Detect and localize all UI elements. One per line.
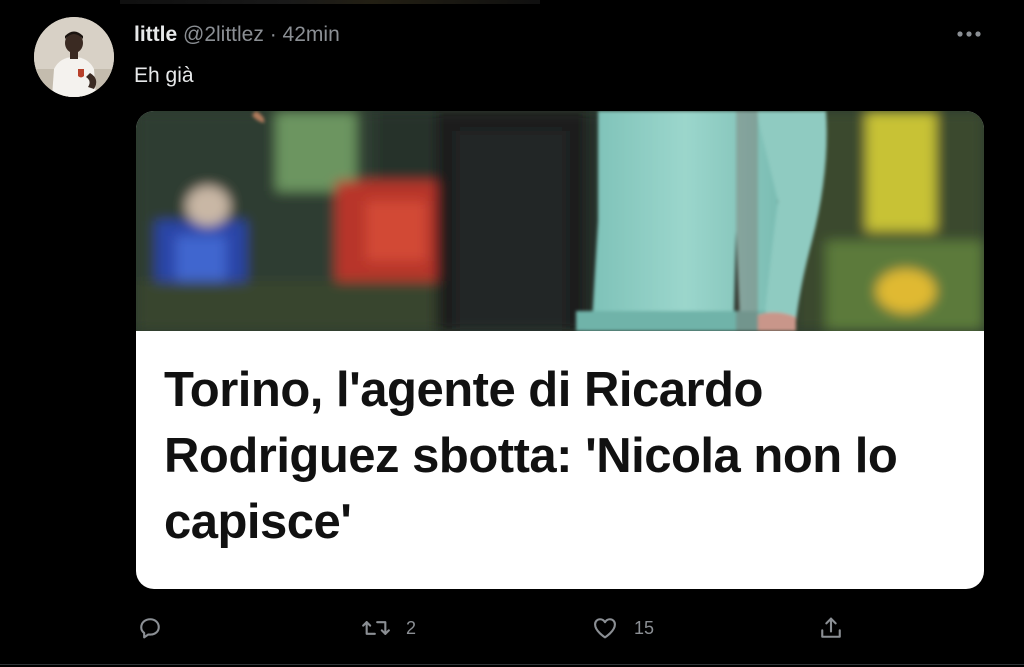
retweet-button[interactable]: 2 — [360, 608, 416, 648]
retweet-icon — [362, 621, 390, 635]
card-title[interactable]: Torino, l'agente di Ricardo Rodriguez sb… — [164, 357, 964, 555]
tweet[interactable]: little @2littlez · 42min Eh già Torino, … — [0, 0, 1024, 667]
retweet-count: 2 — [406, 617, 417, 638]
tweet-divider — [0, 664, 1024, 665]
like-button[interactable]: 15 — [590, 608, 654, 648]
separator-dot: · — [269, 23, 277, 46]
tweet-text: Eh già — [134, 64, 194, 87]
link-card[interactable]: Torino, l'agente di Ricardo Rodriguez sb… — [136, 111, 984, 589]
user-handle[interactable]: @2littlez — [183, 23, 264, 46]
like-count: 15 — [634, 617, 655, 638]
display-name[interactable]: little — [134, 23, 177, 46]
previous-tweet-edge — [120, 0, 540, 4]
share-button[interactable] — [816, 608, 846, 648]
more-horizontal-icon[interactable] — [952, 24, 986, 44]
avatar[interactable] — [34, 17, 114, 97]
tweet-header: little @2littlez · 42min — [134, 22, 340, 48]
share-icon — [821, 617, 841, 638]
reply-button[interactable] — [136, 608, 164, 648]
tweet-actions: 2 15 — [0, 608, 1024, 648]
reply-icon — [140, 618, 160, 639]
timestamp[interactable]: 42min — [283, 23, 340, 46]
heart-icon — [594, 618, 616, 639]
avatar-photo — [34, 17, 114, 97]
card-image — [136, 111, 984, 331]
